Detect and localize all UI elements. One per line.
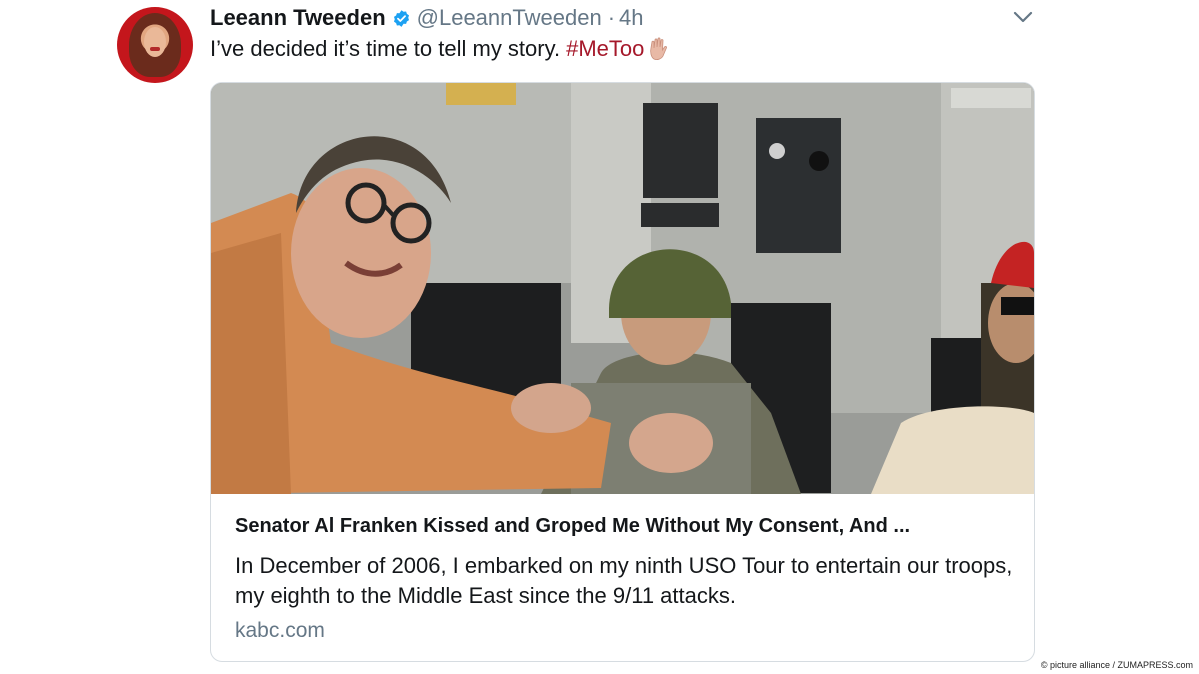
chevron-down-icon[interactable]	[1010, 7, 1036, 27]
tweet-body: I’ve decided it’s time to tell my story.	[210, 36, 561, 61]
tweet-text: I’ve decided it’s time to tell my story.…	[210, 36, 670, 62]
tweet-screenshot: Leeann Tweeden @LeeannTweeden · 4h I’ve …	[0, 0, 1199, 674]
photo-credit: © picture alliance / ZUMAPRESS.com	[1040, 660, 1193, 670]
card-photo	[211, 83, 1034, 494]
header-separator: ·	[607, 5, 616, 30]
author-name[interactable]: Leeann Tweeden	[210, 5, 386, 31]
author-handle[interactable]: @LeeannTweeden	[417, 5, 602, 31]
card-title[interactable]: Senator Al Franken Kissed and Groped Me …	[235, 515, 910, 538]
tweet-header: Leeann Tweeden @LeeannTweeden · 4h	[210, 4, 644, 32]
tweet-timestamp[interactable]: 4h	[619, 5, 643, 31]
author-avatar[interactable]	[117, 7, 193, 83]
card-description: In December of 2006, I embarked on my ni…	[235, 553, 1013, 608]
link-card[interactable]: Senator Al Franken Kissed and Groped Me …	[210, 82, 1035, 662]
hashtag-link[interactable]: #MeToo	[566, 36, 644, 62]
card-domain[interactable]: kabc.com	[235, 619, 325, 643]
verified-badge-icon	[393, 9, 409, 27]
raised-hand-emoji-icon	[650, 37, 668, 60]
